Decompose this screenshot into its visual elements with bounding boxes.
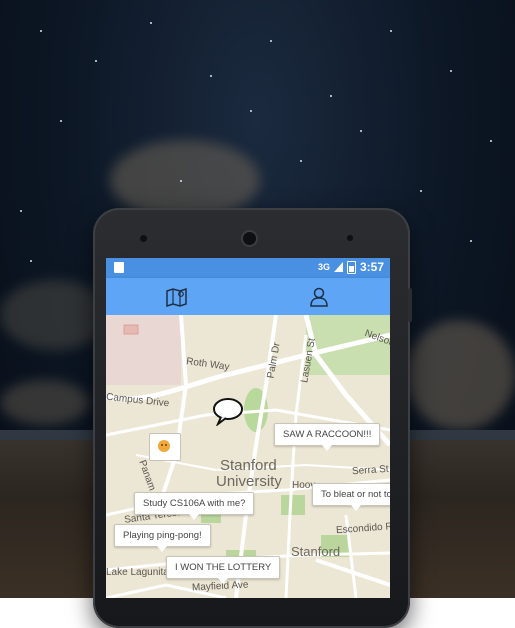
map-view[interactable]: Roth Way Campus Drive Palm Dr Lasuen St … [106,315,390,598]
map-label-stanford-town: Stanford [291,544,341,559]
battery-icon [346,260,356,274]
star [470,240,472,242]
star [210,75,212,77]
star [450,70,452,72]
cloud-decoration [405,320,515,430]
power-button [408,288,412,322]
star [300,160,302,162]
post-bubble[interactable]: SAW A RACCOON!!! [274,423,381,451]
proximity-sensor [140,235,147,242]
tab-map[interactable] [164,284,190,310]
status-bar: 3G 3:57 [106,258,390,278]
star [390,30,392,32]
star [30,260,32,262]
star [20,210,22,212]
post-bubble[interactable]: Study CS106A with me? [134,492,255,520]
star [360,130,362,132]
cellular-icon [333,262,343,272]
map-label-stanford-university: Stanford [220,457,277,474]
star [420,190,422,192]
chat-marker[interactable] [212,398,244,431]
star [60,120,62,122]
star [250,110,252,112]
phone-screen: 3G 3:57 Roth Way Campus Drive Palm Dr La… [106,258,390,598]
star [180,180,182,182]
speech-bubble-icon [213,398,243,428]
sd-card-icon [114,262,124,273]
post-text: Playing ping-pong! [123,530,202,541]
app-bar [106,278,390,315]
profile-icon [310,287,328,307]
post-bubble[interactable]: Playing ping-pong! [114,524,211,552]
post-text: To bleat or not to [321,489,390,500]
map-label-stanford-university: University [216,473,282,490]
star [40,30,42,32]
post-bubble[interactable]: To bleat or not to [312,483,390,511]
emoji-marker[interactable] [149,433,181,461]
light-sensor [347,235,353,241]
emoji-face-icon [158,440,170,452]
tab-profile[interactable] [306,284,332,310]
front-camera [243,232,256,245]
post-text: SAW A RACCOON!!! [283,429,372,440]
post-bubble[interactable]: I WON THE LOTTERY [166,556,281,584]
status-time: 3:57 [359,260,384,274]
signal-indicator: 3G [317,262,330,272]
star [150,22,152,24]
star [270,40,272,42]
post-text: Study CS106A with me? [143,498,246,509]
post-text: I WON THE LOTTERY [175,562,272,573]
map-icon [166,287,187,307]
map-label-lake-lagunita: Lake Lagunita [106,567,169,578]
star [95,60,97,62]
cloud-decoration [0,380,90,425]
star [330,95,332,97]
star [490,140,492,142]
